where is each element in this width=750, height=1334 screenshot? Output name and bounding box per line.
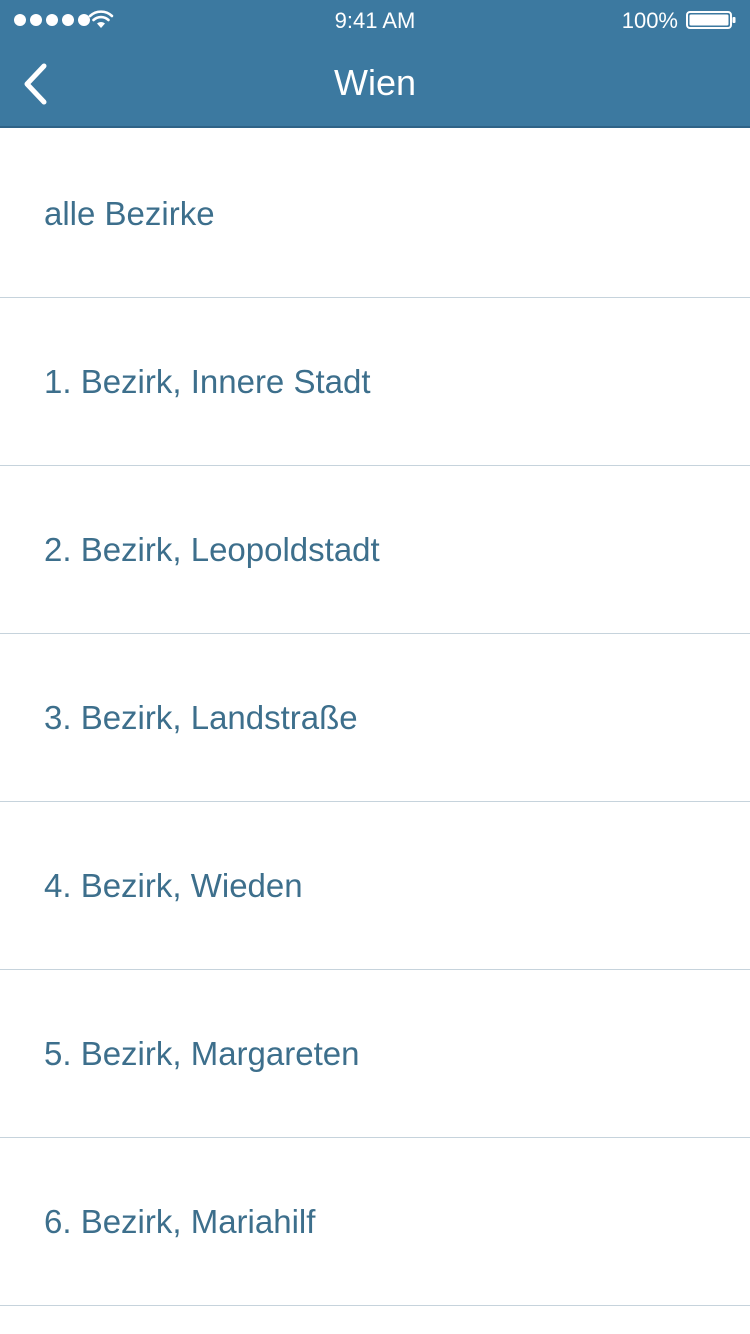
list-item-label: 1. Bezirk, Innere Stadt <box>44 362 371 400</box>
list-item-label: 5. Bezirk, Margareten <box>44 1034 360 1072</box>
district-list: alle Bezirke 1. Bezirk, Innere Stadt 2. … <box>0 130 750 1306</box>
battery-icon <box>686 11 736 29</box>
list-item-alle-bezirke[interactable]: alle Bezirke <box>0 130 750 298</box>
list-item-label: 4. Bezirk, Wieden <box>44 866 303 904</box>
list-item-margareten[interactable]: 5. Bezirk, Margareten <box>0 970 750 1138</box>
list-item-label: alle Bezirke <box>44 194 215 232</box>
list-item-label: 6. Bezirk, Mariahilf <box>44 1202 316 1240</box>
list-item-wieden[interactable]: 4. Bezirk, Wieden <box>0 802 750 970</box>
status-bar: 9:41 AM 100% <box>0 0 750 40</box>
list-item-innere-stadt[interactable]: 1. Bezirk, Innere Stadt <box>0 298 750 466</box>
app-header: 9:41 AM 100% Wien <box>0 0 750 128</box>
list-item-landstrasse[interactable]: 3. Bezirk, Landstraße <box>0 634 750 802</box>
navigation-bar: Wien <box>0 40 750 128</box>
list-item-label: 3. Bezirk, Landstraße <box>44 698 358 736</box>
list-item-label: 2. Bezirk, Leopoldstadt <box>44 530 380 568</box>
battery-percent: 100% <box>621 8 678 33</box>
list-item-leopoldstadt[interactable]: 2. Bezirk, Leopoldstadt <box>0 466 750 634</box>
list-item-mariahilf[interactable]: 6. Bezirk, Mariahilf <box>0 1138 750 1306</box>
page-title: Wien <box>333 62 417 103</box>
